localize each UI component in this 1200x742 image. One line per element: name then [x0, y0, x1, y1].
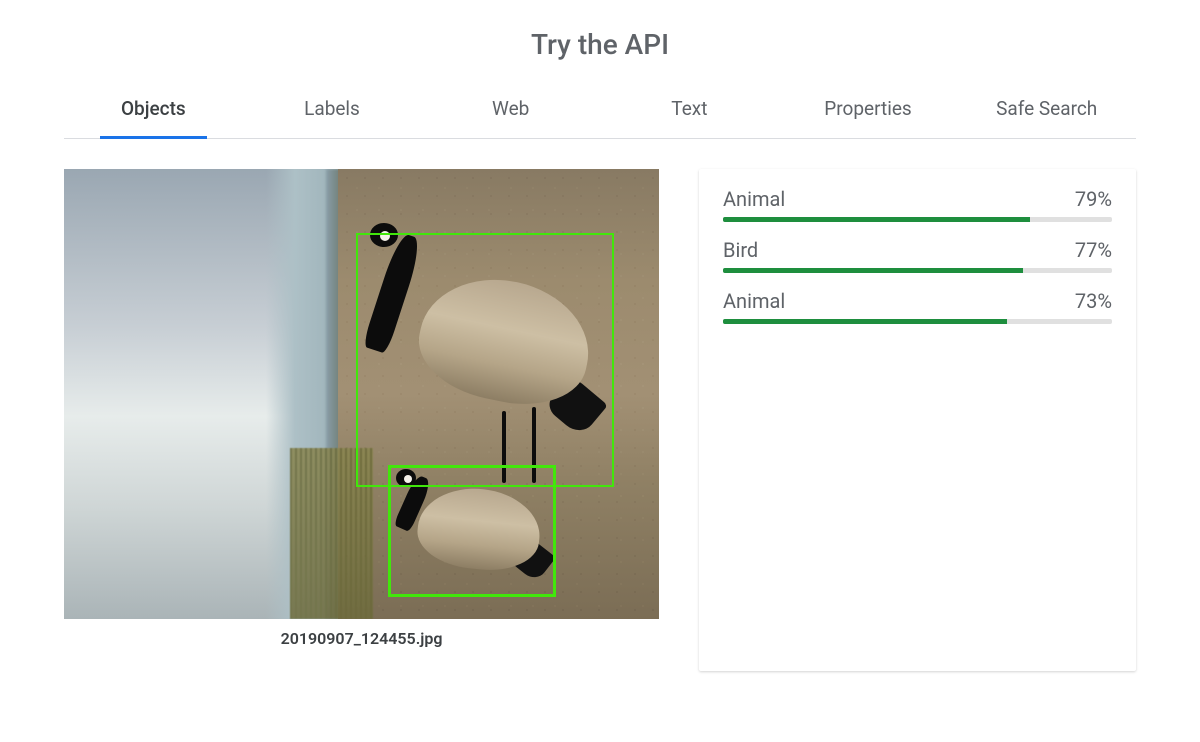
tab-web[interactable]: Web	[421, 79, 600, 138]
tabs: Objects Labels Web Text Properties Safe …	[64, 79, 1136, 139]
uploaded-image[interactable]	[64, 169, 659, 619]
confidence-bar	[723, 319, 1112, 324]
detection-label: Animal	[723, 187, 785, 211]
tab-objects[interactable]: Objects	[64, 79, 243, 138]
detection-bounding-box[interactable]	[388, 465, 556, 597]
detection-result[interactable]: Animal 79%	[723, 187, 1112, 222]
detection-result[interactable]: Bird 77%	[723, 238, 1112, 273]
tab-text[interactable]: Text	[600, 79, 779, 138]
confidence-bar	[723, 217, 1112, 222]
tab-properties[interactable]: Properties	[779, 79, 958, 138]
detection-bounding-box[interactable]	[356, 233, 614, 487]
detection-result[interactable]: Animal 73%	[723, 289, 1112, 324]
detection-score: 77%	[1075, 238, 1112, 262]
confidence-bar-fill	[723, 268, 1023, 273]
results-panel: Animal 79% Bird 77% Animal	[699, 169, 1136, 671]
tab-safe-search[interactable]: Safe Search	[957, 79, 1136, 138]
page-title: Try the API	[0, 0, 1200, 79]
confidence-bar-fill	[723, 217, 1030, 222]
detection-label: Bird	[723, 238, 758, 262]
uploaded-image-filename: 20190907_124455.jpg	[64, 629, 659, 648]
detection-score: 79%	[1075, 187, 1112, 211]
confidence-bar	[723, 268, 1112, 273]
confidence-bar-fill	[723, 319, 1007, 324]
detection-score: 73%	[1075, 289, 1112, 313]
tab-labels[interactable]: Labels	[243, 79, 422, 138]
detection-label: Animal	[723, 289, 785, 313]
